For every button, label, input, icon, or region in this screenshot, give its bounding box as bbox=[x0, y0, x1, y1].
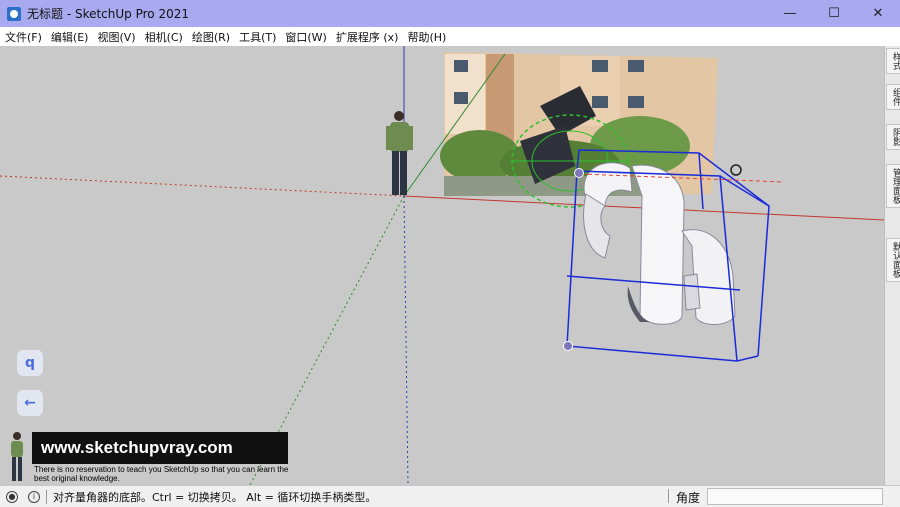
scale-figure bbox=[386, 111, 413, 195]
menu-window[interactable]: 窗口(W) bbox=[280, 29, 330, 45]
search-button[interactable]: q bbox=[17, 350, 43, 376]
location-icon[interactable]: ● bbox=[6, 490, 18, 503]
grip-point[interactable] bbox=[574, 168, 584, 178]
grip-point[interactable] bbox=[563, 341, 573, 351]
watermark-url: www.sketchupvray.com bbox=[32, 432, 288, 464]
status-divider bbox=[46, 489, 47, 504]
measurements-input[interactable] bbox=[707, 488, 883, 505]
menu-draw[interactable]: 绘图(R) bbox=[187, 29, 234, 45]
menu-extensions[interactable]: 扩展程序 (x) bbox=[331, 29, 403, 45]
viewport-scene bbox=[0, 46, 884, 485]
model-viewport[interactable]: q ← www.sketchupvray.com There is no res… bbox=[0, 46, 884, 485]
measure-divider bbox=[668, 489, 669, 503]
back-button[interactable]: ← bbox=[17, 390, 43, 416]
watermark-figure bbox=[11, 432, 23, 481]
menu-help[interactable]: 帮助(H) bbox=[402, 29, 450, 45]
axes bbox=[0, 46, 884, 485]
tray-tab-styles[interactable]: 样式 bbox=[886, 48, 900, 74]
menu-view[interactable]: 视图(V) bbox=[92, 29, 139, 45]
menu-tools[interactable]: 工具(T) bbox=[234, 29, 280, 45]
title-bar: 无标题 - SketchUp Pro 2021 — ☐ ✕ bbox=[0, 0, 900, 27]
watermark-tagline: There is no reservation to teach you Ske… bbox=[34, 465, 289, 483]
window-controls: — ☐ ✕ bbox=[768, 0, 900, 27]
menu-camera[interactable]: 相机(C) bbox=[140, 29, 187, 45]
menu-bar: 文件(F) 编辑(E) 视图(V) 相机(C) 绘图(R) 工具(T) 窗口(W… bbox=[0, 27, 900, 47]
tray-tab-manage-panels[interactable]: 管理面板 bbox=[886, 164, 900, 208]
tray-tab-default-panel[interactable]: 默认面板 bbox=[886, 238, 900, 282]
window-title: 无标题 - SketchUp Pro 2021 bbox=[27, 7, 189, 21]
info-icon[interactable]: i bbox=[28, 490, 40, 503]
menu-edit[interactable]: 编辑(E) bbox=[46, 29, 93, 45]
minimize-button[interactable]: — bbox=[768, 0, 812, 27]
maximize-button[interactable]: ☐ bbox=[812, 0, 856, 27]
status-message: 对齐量角器的底部。Ctrl = 切换拷贝。 Alt = 循环切换手柄类型。 bbox=[53, 490, 377, 504]
default-tray: 样式 组件 阴影 管理面板 默认面板 bbox=[884, 46, 900, 485]
rotate-handle-icon[interactable] bbox=[730, 164, 742, 176]
tray-tab-shadows[interactable]: 阴影 bbox=[886, 124, 900, 150]
tray-tab-components[interactable]: 组件 bbox=[886, 84, 900, 110]
measurements-label: 角度 bbox=[676, 491, 701, 505]
close-button[interactable]: ✕ bbox=[856, 0, 900, 27]
menu-file[interactable]: 文件(F) bbox=[0, 29, 46, 45]
status-bar: ● i 对齐量角器的底部。Ctrl = 切换拷贝。 Alt = 循环切换手柄类型… bbox=[0, 485, 900, 507]
sketchup-app-icon bbox=[7, 6, 21, 21]
